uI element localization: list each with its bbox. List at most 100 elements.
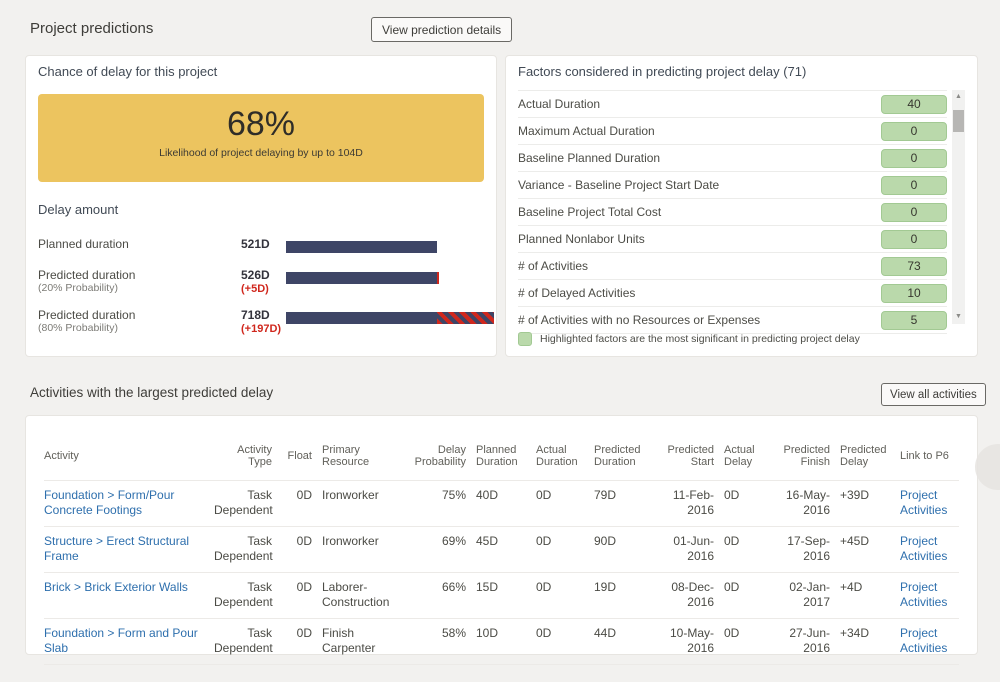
- column-header: Float: [282, 450, 312, 462]
- delay-row: Predicted duration(20% Probability)526D(…: [38, 268, 492, 296]
- activities-panel: ActivityActivity TypeFloatPrimary Resour…: [25, 415, 978, 655]
- factor-label: # of Activities with no Resources or Exp…: [518, 313, 760, 327]
- factor-row: Maximum Actual Duration0: [518, 118, 947, 145]
- factors-panel-heading: Factors considered in predicting project…: [518, 64, 806, 79]
- table-cell: 44D: [594, 626, 648, 641]
- scroll-up-icon[interactable]: ▲: [952, 90, 965, 104]
- view-prediction-details-button[interactable]: View prediction details: [371, 17, 512, 42]
- factors-panel: Factors considered in predicting project…: [505, 55, 978, 357]
- table-cell: Laborer-Construction: [322, 580, 394, 610]
- floating-widget[interactable]: [975, 444, 1000, 490]
- factor-row: # of Activities 73: [518, 253, 947, 280]
- delay-row-value: 521D: [241, 237, 286, 251]
- delay-amount-heading: Delay amount: [38, 202, 118, 217]
- activity-row: Foundation > Form and Pour SlabTask Depe…: [44, 619, 959, 665]
- factor-value-pill: 10: [881, 284, 947, 303]
- table-cell: 69%: [404, 534, 466, 549]
- table-cell: 08-Dec-2016: [658, 580, 714, 610]
- delay-chance-box: 68% Likelihood of project delaying by up…: [38, 94, 484, 182]
- table-cell: Ironworker: [322, 534, 394, 549]
- scroll-down-icon[interactable]: ▼: [952, 310, 965, 324]
- factor-row: Actual Duration 40: [518, 90, 947, 118]
- table-cell: 45D: [476, 534, 526, 549]
- duration-bar: [286, 312, 494, 324]
- predictions-dashboard: Project predictions View prediction deta…: [0, 0, 1000, 682]
- table-cell: 27-Jun-2016: [774, 626, 830, 656]
- table-cell: 15D: [476, 580, 526, 595]
- delay-chance-subtitle: Likelihood of project delaying by up to …: [38, 147, 484, 159]
- column-header: Predicted Duration: [594, 444, 648, 468]
- column-header: Planned Duration: [476, 444, 526, 468]
- table-cell: 01-Jun-2016: [658, 534, 714, 564]
- factor-value-pill: 0: [881, 122, 947, 141]
- table-cell: +45D: [840, 534, 890, 549]
- table-cell: 0D: [282, 488, 312, 503]
- p6-link[interactable]: Project Activities: [900, 580, 955, 610]
- table-cell: Task Dependent: [214, 580, 272, 610]
- table-cell: 0D: [282, 580, 312, 595]
- factor-row: Baseline Project Total Cost 0: [518, 199, 947, 226]
- factor-row: Planned Nonlabor Units0: [518, 226, 947, 253]
- table-cell: 0D: [724, 580, 764, 595]
- column-header: Predicted Finish: [774, 444, 830, 468]
- factor-label: Baseline Planned Duration: [518, 151, 660, 165]
- table-body: Foundation > Form/Pour Concrete Footings…: [44, 481, 959, 665]
- table-cell: 40D: [476, 488, 526, 503]
- activity-link[interactable]: Brick > Brick Exterior Walls: [44, 580, 204, 595]
- table-cell: 19D: [594, 580, 648, 595]
- delay-chance-percent: 68%: [38, 105, 484, 143]
- table-cell: Task Dependent: [214, 488, 272, 518]
- column-header: Activity Type: [214, 444, 272, 468]
- column-header: Predicted Start: [658, 444, 714, 468]
- p6-link[interactable]: Project Activities: [900, 626, 955, 656]
- factor-label: Baseline Project Total Cost: [518, 205, 661, 219]
- table-cell: 0D: [536, 534, 584, 549]
- factor-row: # of Delayed Activities 10: [518, 280, 947, 307]
- table-cell: 0D: [724, 488, 764, 503]
- activity-row: Foundation > Form/Pour Concrete Footings…: [44, 481, 959, 527]
- table-cell: 17-Sep-2016: [774, 534, 830, 564]
- delay-row-value: 526D(+5D): [241, 268, 286, 296]
- activities-table: ActivityActivity TypeFloatPrimary Resour…: [44, 438, 959, 665]
- factor-value-pill: 5: [881, 311, 947, 330]
- column-header: Activity: [44, 450, 204, 462]
- table-cell: Ironworker: [322, 488, 394, 503]
- table-cell: 0D: [536, 488, 584, 503]
- p6-link[interactable]: Project Activities: [900, 488, 955, 518]
- activity-row: Structure > Erect Structural Frame Task D…: [44, 527, 959, 573]
- factor-label: Variance - Baseline Project Start Date: [518, 178, 719, 192]
- factors-scrollbar[interactable]: ▲ ▼: [952, 90, 965, 324]
- factor-value-pill: 73: [881, 257, 947, 276]
- activity-link[interactable]: Foundation > Form and Pour Slab: [44, 626, 204, 656]
- table-header-row: ActivityActivity TypeFloatPrimary Resour…: [44, 438, 959, 481]
- column-header: Predicted Delay: [840, 444, 890, 468]
- factor-label: Actual Duration: [518, 97, 600, 111]
- highlight-swatch-icon: [518, 332, 532, 346]
- activity-link[interactable]: Structure > Erect Structural Frame: [44, 534, 204, 564]
- p6-link[interactable]: Project Activities: [900, 534, 955, 564]
- table-cell: 90D: [594, 534, 648, 549]
- table-cell: 0D: [282, 534, 312, 549]
- table-cell: 02-Jan-2017: [774, 580, 830, 610]
- table-cell: +39D: [840, 488, 890, 503]
- activity-link[interactable]: Foundation > Form/Pour Concrete Footings: [44, 488, 204, 518]
- scrollbar-thumb[interactable]: [953, 110, 964, 132]
- view-all-activities-button[interactable]: View all activities: [881, 383, 986, 406]
- table-cell: Task Dependent: [214, 534, 272, 564]
- factor-label: # of Delayed Activities: [518, 286, 635, 300]
- table-cell: 66%: [404, 580, 466, 595]
- activity-row: Brick > Brick Exterior Walls Task Depende…: [44, 573, 959, 619]
- delay-row-value: 718D(+197D): [241, 308, 286, 336]
- column-header: Link to P6: [900, 450, 955, 462]
- column-header: Actual Delay: [724, 444, 764, 468]
- column-header: Actual Duration: [536, 444, 584, 468]
- activities-heading: Activities with the largest predicted de…: [30, 385, 273, 400]
- factor-value-pill: 0: [881, 149, 947, 168]
- factor-value-pill: 40: [881, 95, 947, 114]
- table-cell: 0D: [724, 534, 764, 549]
- delay-row-label: Predicted duration(20% Probability): [38, 268, 241, 295]
- factor-label: # of Activities: [518, 259, 588, 273]
- factor-value-pill: 0: [881, 203, 947, 222]
- page-title: Project predictions: [30, 20, 153, 37]
- table-cell: 10D: [476, 626, 526, 641]
